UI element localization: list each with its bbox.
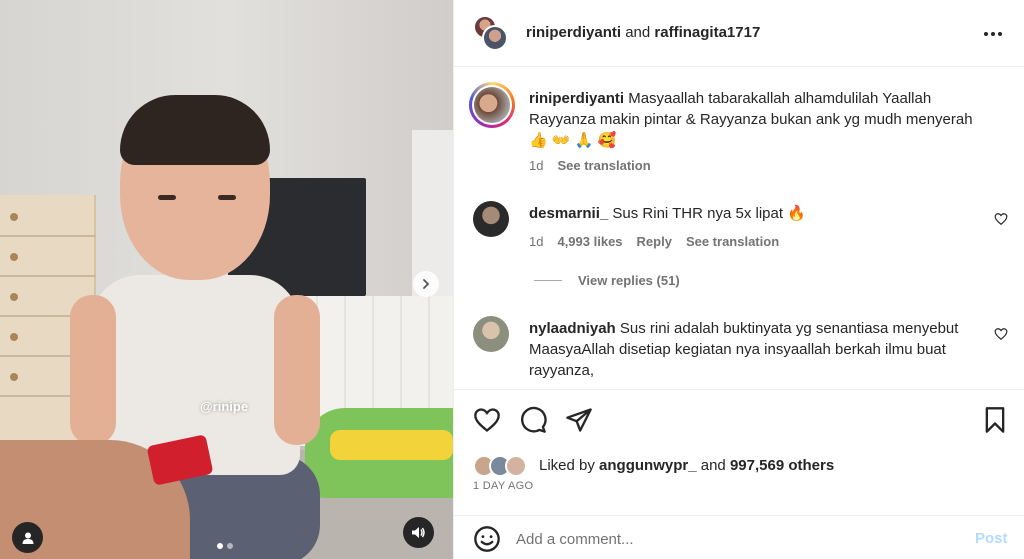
caption-meta: 1d See translation (529, 158, 651, 173)
avatar[interactable] (473, 201, 509, 237)
comment-input[interactable] (516, 526, 936, 552)
see-translation-link[interactable]: See translation (557, 158, 650, 173)
user-icon (22, 532, 33, 544)
view-replies-button[interactable]: View replies (51) (534, 273, 680, 288)
like-heart-icon[interactable] (473, 406, 501, 434)
comment-likes[interactable]: 4,993 likes (557, 234, 622, 249)
post-header: riniperdiyanti and raffinagita1717 (454, 0, 1024, 67)
tagged-users-button[interactable] (12, 522, 43, 553)
heart-icon[interactable] (994, 327, 1008, 341)
post-comment-button[interactable]: Post (975, 530, 1008, 547)
comments-section[interactable]: riniperdiyanti Masyaallah tabarakallah a… (454, 68, 1024, 389)
carousel-dot-active (217, 543, 223, 549)
more-horizontal-icon (984, 32, 1002, 36)
post-actions (454, 389, 1024, 449)
reply-button[interactable]: Reply (637, 234, 672, 249)
comment-text: nylaadniyah Sus rini adalah buktinyata y… (529, 318, 989, 381)
liked-by-avatars (473, 453, 531, 477)
heart-icon[interactable] (994, 212, 1008, 226)
post-authors: riniperdiyanti and raffinagita1717 (526, 24, 760, 41)
see-translation-link[interactable]: See translation (686, 234, 779, 249)
comment-time: 1d (529, 234, 544, 249)
coauthor-username[interactable]: raffinagita1717 (654, 24, 760, 41)
liked-by-others[interactable]: 997,569 others (730, 457, 834, 474)
more-options-button[interactable] (978, 24, 1008, 44)
post-timestamp[interactable]: 1 DAY AGO (473, 480, 533, 492)
comment-meta: 1d 4,993 likes Reply See translation (529, 234, 779, 249)
view-replies-label[interactable]: View replies (51) (578, 273, 680, 288)
liked-by-username[interactable]: anggunwypr_ (599, 457, 697, 474)
post-media[interactable]: @rinipe (0, 0, 453, 559)
post-panel: riniperdiyanti and raffinagita1717 rinip… (453, 0, 1024, 559)
comment-item: desmarnii_ Sus Rini THR nya 5x lipat 🔥 1… (473, 201, 1013, 311)
comment-username[interactable]: nylaadniyah (529, 320, 616, 337)
liked-by-prefix: Liked by (539, 456, 595, 474)
divider (534, 280, 562, 281)
avatar[interactable] (482, 25, 508, 51)
sound-toggle-button[interactable] (403, 517, 434, 548)
emoji-icon[interactable] (473, 525, 501, 553)
share-paper-plane-icon[interactable] (565, 406, 593, 434)
author-username[interactable]: riniperdiyanti (526, 24, 621, 41)
speaker-icon (412, 527, 425, 538)
caption-text: riniperdiyanti Masyaallah tabarakallah a… (529, 88, 989, 151)
bookmark-icon[interactable] (981, 406, 1009, 434)
caption-time: 1d (529, 158, 544, 173)
media-watermark: @rinipe (200, 399, 249, 414)
caption-username[interactable]: riniperdiyanti (529, 90, 624, 107)
author-joiner: and (625, 24, 651, 41)
carousel-indicator (217, 543, 233, 549)
comment-text: desmarnii_ Sus Rini THR nya 5x lipat 🔥 (529, 203, 989, 224)
chevron-right-icon (423, 279, 430, 289)
avatar[interactable] (473, 316, 509, 352)
media-yellow-toy (330, 430, 453, 460)
likes-summary[interactable]: Liked by anggunwypr_ and 997,569 others (473, 452, 834, 478)
add-comment-bar: Post (454, 515, 1024, 559)
carousel-next-button[interactable] (413, 271, 439, 297)
avatar[interactable] (469, 82, 515, 128)
comment-item: nylaadniyah Sus rini adalah buktinyata y… (473, 316, 1013, 389)
caption-row: riniperdiyanti Masyaallah tabarakallah a… (469, 68, 1013, 178)
carousel-dot (227, 543, 233, 549)
comment-bubble-icon[interactable] (519, 406, 547, 434)
comment-body: Sus Rini THR nya 5x lipat 🔥 (612, 205, 806, 222)
comment-username[interactable]: desmarnii_ (529, 205, 608, 222)
avatar (505, 455, 527, 477)
liked-by-joiner: and (700, 456, 726, 474)
